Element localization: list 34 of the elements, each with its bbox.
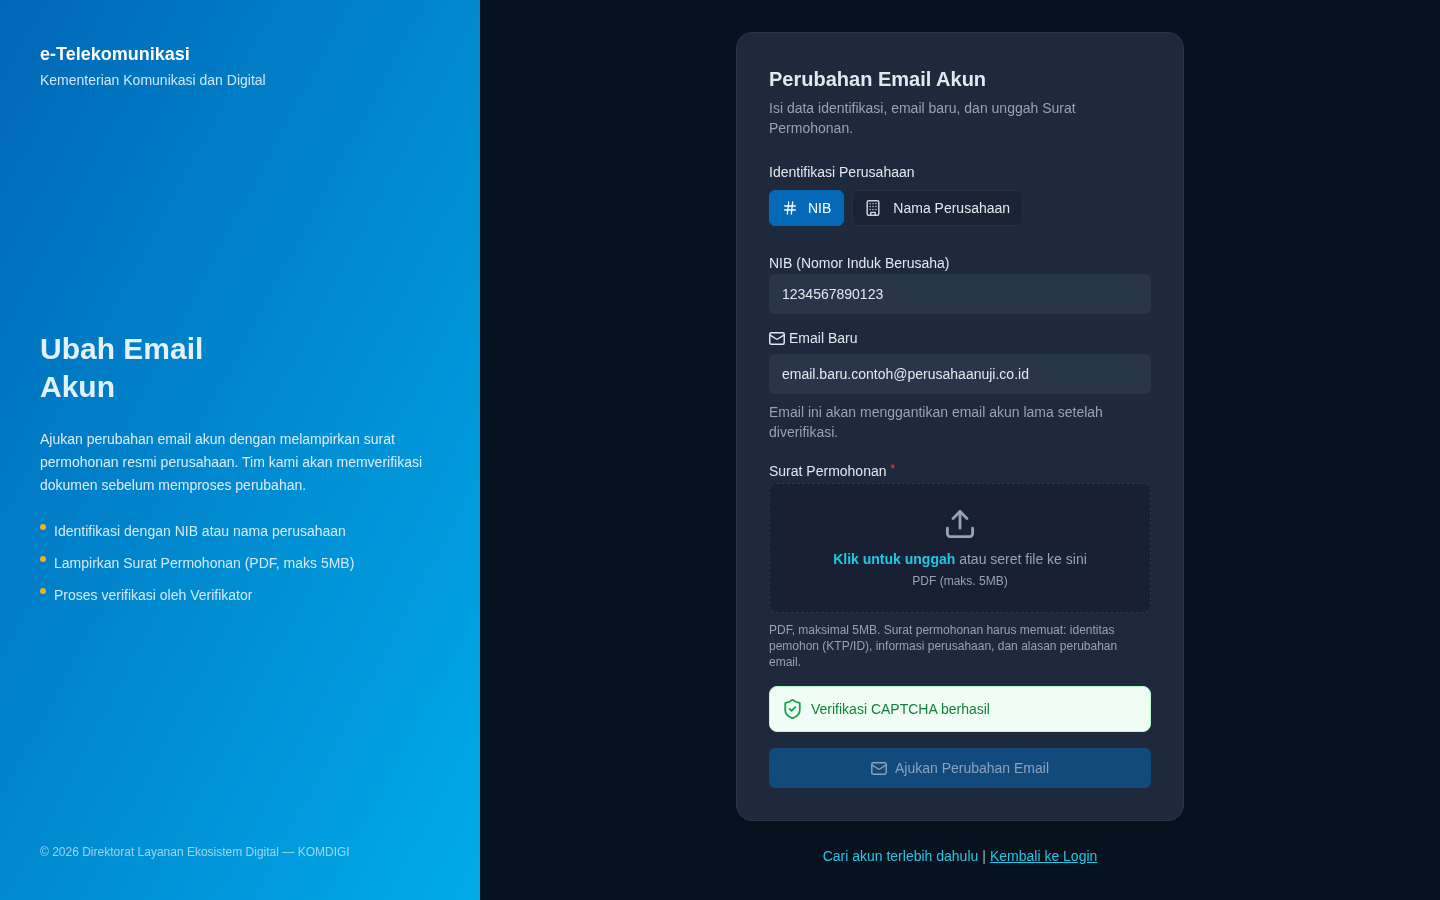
upload-icon (946, 510, 974, 538)
field-label: Identifikasi Perusahaan (769, 163, 915, 182)
required-asterisk: * (890, 461, 896, 477)
field-label: NIB (Nomor Induk Berusaha) (769, 254, 950, 273)
hero-heading: Ubah Email Akun (40, 330, 205, 405)
back-to-login-link[interactable]: Kembali ke Login (989, 846, 1098, 866)
upload-help: PDF, maksimal 5MB. Surat permohonan harus memuat: identitas pemohon (KTP/ID), informasi perusahaan, dan alasan perubahan email. (769, 622, 1119, 670)
mail-icon (769, 331, 785, 345)
brand-title: e-Telekomunikasi (40, 43, 190, 66)
identification-tab[interactable]: Nama Perusahaan (852, 190, 1024, 226)
copyright-text: © 2026 Direktorat Layanan Ekosistem Digital — KOMDIGI (40, 844, 350, 860)
link-separator: | (982, 847, 986, 866)
shield-check-icon (784, 699, 801, 719)
upload-prompt: Klik untuk unggah atau seret file ke sini (833, 550, 1087, 569)
feature-text: Lampirkan Surat Permohonan (PDF, maks 5MB) (54, 553, 355, 573)
field-label: Email Baru (789, 329, 858, 348)
field-label: Surat Permohonan (769, 462, 887, 481)
email-input[interactable]: email.baru.contoh@perusahaanuji.co.id (769, 354, 1151, 394)
form-title: Perubahan Email Akun (769, 67, 987, 92)
form-subtitle: Isi data identifikasi, email baru, dan unggah Surat Permohonan. (769, 99, 1077, 138)
feature-text: Identifikasi dengan NIB atau nama perusahaan (54, 521, 346, 541)
identification-tab[interactable]: NIB (769, 190, 845, 226)
building-icon (865, 200, 882, 216)
upload-dropzone[interactable]: Klik untuk unggah atau seret file ke sini PDF (maks. 5MB) (769, 483, 1151, 613)
hash-icon (784, 201, 796, 215)
field-hint: Email ini akan menggantikan email akun lama setelah diverifikasi. (769, 403, 1104, 442)
feature-text: Proses verifikasi oleh Verifikator (54, 585, 253, 605)
brand-subtitle: Kementerian Komunikasi dan Digital (40, 71, 266, 90)
captcha-status-text: Verifikasi CAPTCHA berhasil (811, 700, 990, 719)
mail-icon (870, 761, 887, 775)
hero-description: Ajukan perubahan email akun dengan melampirkan surat permohonan resmi perusahaan. Tim kami akan memverifikasi dokumen sebelum memproses perubahan. (40, 429, 424, 495)
nib-input[interactable]: 1234567890123 (769, 274, 1151, 314)
upload-formats: PDF (maks. 5MB) (912, 573, 1008, 589)
find-account-link[interactable]: Cari akun terlebih dahulu (822, 846, 979, 866)
